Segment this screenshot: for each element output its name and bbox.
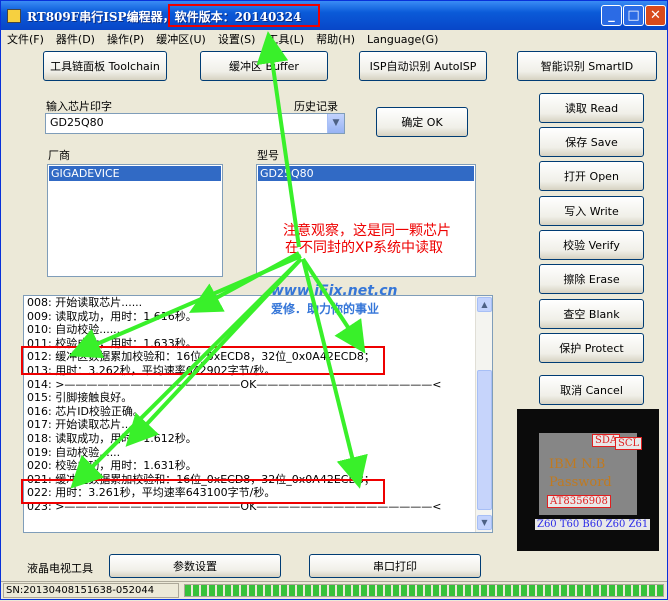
arrow-to-line-012-end (301, 257, 366, 354)
arrow-to-line-021-start (70, 257, 303, 489)
arrow-to-title (256, 31, 301, 248)
params-button[interactable]: 参数设置 (109, 554, 281, 578)
status-bar: SN:20130408151638-052044 (1, 581, 667, 599)
main-window: RT809F串行ISP编程器，软件版本：20140324 _ □ ✕ 文件(F)… (0, 0, 668, 600)
chip-brand-text: IBM N.B (549, 457, 606, 472)
arrow-to-line-012-start (68, 254, 302, 359)
chip-pins-label: Z60 T60 B60 Z60 Z61 (535, 519, 651, 530)
serial-number: SN:20130408151638-052044 (3, 583, 179, 598)
arrow-to-line-021-end (301, 258, 368, 489)
chip-part-label: AT8356908 (547, 495, 611, 508)
chip-photo: SDA SCL IBM N.B Password AT8356908 Z60 T… (517, 409, 659, 551)
chip-password-text: Password (549, 475, 612, 490)
serial-print-button[interactable]: 串口打印 (309, 554, 481, 578)
lcd-tools-label: 液晶电视工具 (27, 562, 93, 575)
chip-scl-label: SCL (615, 437, 643, 450)
progress-bar (184, 584, 664, 597)
